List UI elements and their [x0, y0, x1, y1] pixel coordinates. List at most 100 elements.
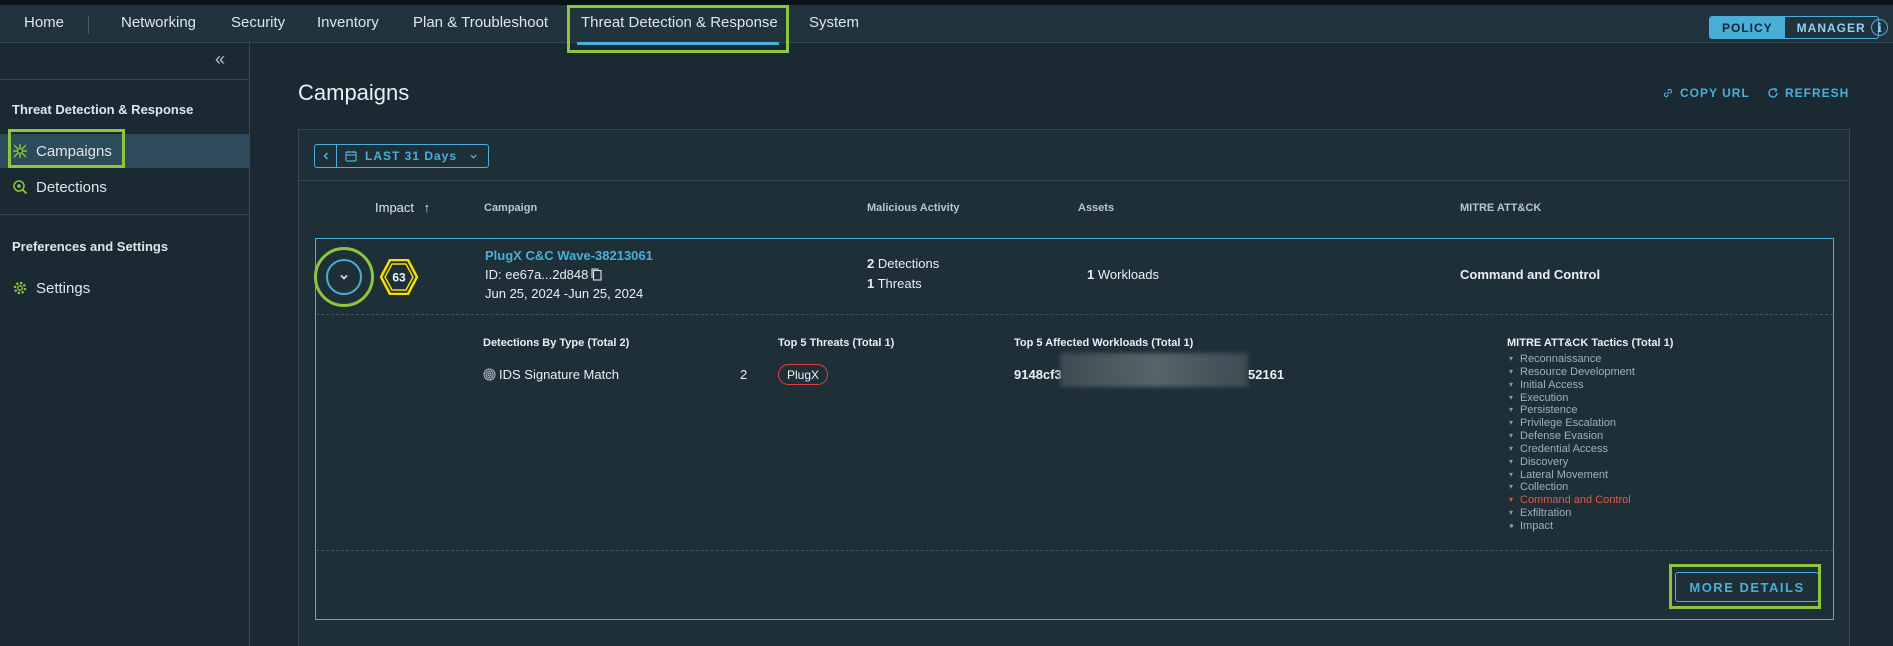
chevron-down-icon — [340, 274, 348, 280]
fingerprint-icon — [483, 368, 496, 381]
impact-score-value: 63 — [392, 271, 406, 285]
tactic-marker-icon: ▾ — [1509, 354, 1514, 363]
row-details-divider — [316, 314, 1833, 315]
top-threats-heading: Top 5 Threats (Total 1) — [778, 337, 895, 349]
time-range-filter[interactable]: LAST 31 Days — [314, 144, 490, 168]
sidebar-section-title: Preferences and Settings — [12, 239, 169, 254]
column-header-label: Impact — [375, 200, 415, 215]
mode-toggle[interactable]: POLICY MANAGER — [1709, 16, 1879, 39]
tactic-label: Reconnaissance — [1520, 353, 1602, 365]
tactic-marker-icon: ● — [1509, 520, 1514, 530]
details-footer-divider — [316, 550, 1833, 551]
nav-home[interactable]: Home — [24, 14, 64, 31]
detections-by-type-heading: Detections By Type (Total 2) — [483, 337, 630, 349]
sidebar: « Threat Detection & Response Campaigns … — [0, 43, 250, 646]
refresh-button[interactable]: REFRESH — [1767, 86, 1849, 100]
threats-count: 1 Threats — [867, 276, 922, 291]
tactic-marker-icon: ▾ — [1509, 469, 1514, 479]
impact-score-badge: 63 — [380, 259, 418, 295]
tactic-label: Lateral Movement — [1520, 468, 1609, 481]
nav-plan-troubleshoot[interactable]: Plan & Troubleshoot — [413, 14, 548, 31]
detection-type-count: 2 — [740, 367, 748, 382]
threat-tag[interactable]: PlugX — [778, 364, 829, 385]
tactic-item: ● Impact — [1509, 520, 1635, 533]
tactic-item: ▾ Credential Access — [1509, 443, 1635, 456]
campaign-icon — [13, 144, 27, 158]
tactic-label: Discovery — [1520, 455, 1569, 468]
copy-icon[interactable] — [591, 268, 602, 281]
workload-id-suffix[interactable]: 52161 — [1248, 367, 1284, 382]
copy-url-button[interactable]: COPY URL — [1662, 86, 1750, 100]
column-header-campaign[interactable]: Campaign — [484, 202, 537, 214]
policy-mode-button[interactable]: POLICY — [1710, 17, 1785, 38]
column-header-mitre[interactable]: MITRE ATT&CK — [1460, 202, 1541, 214]
top-workloads-heading: Top 5 Affected Workloads (Total 1) — [1014, 337, 1194, 349]
sort-ascending-icon[interactable]: ↑ — [424, 200, 431, 215]
time-range-dropdown[interactable]: LAST 31 Days — [337, 145, 488, 167]
tactic-label: Collection — [1520, 481, 1569, 494]
detections-count: 2 Detections — [867, 256, 939, 271]
filter-divider — [299, 180, 1849, 181]
calendar-icon — [345, 151, 357, 162]
tactic-label: Command and Control — [1520, 494, 1631, 507]
tactic-label: Defense Evasion — [1520, 430, 1604, 443]
tactic-label: Execution — [1520, 391, 1569, 404]
tactic-marker-icon: ▾ — [1509, 379, 1514, 389]
refresh-label: REFRESH — [1785, 86, 1850, 100]
sidebar-item-label: Campaigns — [36, 142, 112, 160]
mitre-tactics-list: ▾ Reconnaissance ▾ Resource Development ▾ I… — [1509, 353, 1635, 533]
nav-system[interactable]: System — [809, 14, 859, 31]
collapse-sidebar-icon[interactable]: « — [215, 49, 225, 70]
more-details-button[interactable]: MORE DETAILS — [1675, 572, 1819, 602]
campaign-name-link[interactable]: PlugX C&C Wave-38213061 — [485, 248, 653, 263]
tactic-label: Impact — [1520, 519, 1554, 532]
tactic-item: ▾ Execution — [1509, 392, 1635, 405]
info-icon[interactable]: i — [1871, 19, 1888, 36]
tactic-marker-icon: ▾ — [1509, 456, 1514, 466]
collapse-row-button[interactable] — [326, 259, 362, 295]
column-header-malicious-activity[interactable]: Malicious Activity — [867, 202, 960, 214]
tactic-label: Exfiltration — [1520, 507, 1572, 520]
sidebar-item-label: Settings — [36, 279, 91, 297]
manager-mode-button[interactable]: MANAGER — [1785, 17, 1878, 38]
tactic-item: ▾ Resource Development — [1509, 366, 1635, 379]
tactic-item: ▾ Initial Access — [1509, 379, 1635, 392]
tactic-marker-icon: ▾ — [1509, 392, 1514, 402]
nav-active-indicator — [577, 42, 779, 45]
nav-networking[interactable]: Networking — [121, 14, 196, 31]
column-header-impact[interactable]: Impact ↑ — [375, 200, 430, 215]
tactic-item-active: ▾ Command and Control — [1509, 494, 1635, 507]
sidebar-item-campaigns[interactable]: Campaigns — [0, 134, 249, 168]
mitre-tactic-value: Command and Control — [1460, 267, 1601, 282]
sidebar-section-title: Threat Detection & Response — [12, 102, 194, 117]
nav-inventory[interactable]: Inventory — [317, 14, 379, 31]
tactic-marker-icon: ▾ — [1509, 482, 1514, 492]
tactic-marker-icon: ▾ — [1509, 405, 1514, 415]
workload-id-prefix[interactable]: 9148cf3 — [1014, 367, 1062, 382]
tactic-marker-icon: ▾ — [1509, 508, 1514, 518]
tactic-marker-icon: ▾ — [1509, 495, 1514, 505]
nav-security[interactable]: Security — [231, 14, 285, 31]
tactic-label: Persistence — [1520, 404, 1578, 417]
tactic-marker-icon: ▾ — [1509, 431, 1514, 441]
tactic-item: ▾ Privilege Escalation — [1509, 417, 1635, 430]
sidebar-item-settings[interactable]: Settings — [0, 271, 249, 305]
chevron-down-icon — [470, 154, 477, 159]
sidebar-item-detections[interactable]: Detections — [0, 170, 249, 204]
top-navigation: Home Networking Security Inventory Plan … — [0, 5, 1893, 45]
threats-label: Threats — [874, 276, 922, 291]
detections-label: Detections — [874, 256, 940, 271]
tactic-item: ▾ Defense Evasion — [1509, 430, 1635, 443]
detection-type-label: IDS Signature Match — [499, 367, 619, 382]
column-header-assets[interactable]: Assets — [1078, 202, 1114, 214]
campaign-id: ID: ee67a...2d848 — [485, 267, 602, 282]
tactic-marker-icon: ▾ — [1509, 443, 1514, 453]
tactic-label: Initial Access — [1520, 378, 1584, 391]
tactic-label: Privilege Escalation — [1520, 417, 1616, 430]
nav-threat-detection-response[interactable]: Threat Detection & Response — [581, 14, 778, 31]
copy-url-label: COPY URL — [1680, 86, 1750, 100]
campaign-id-text: ID: ee67a...2d848 — [485, 267, 589, 282]
nav-divider — [88, 16, 89, 34]
chevron-left-icon[interactable] — [315, 145, 337, 167]
link-icon — [1663, 88, 1673, 98]
